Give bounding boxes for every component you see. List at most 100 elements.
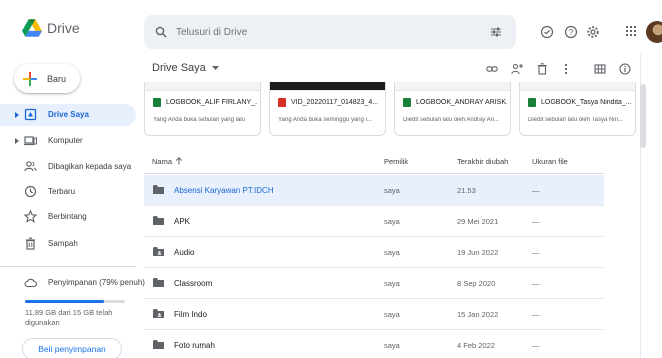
- new-button[interactable]: Baru: [14, 64, 80, 93]
- plus-icon: [23, 71, 37, 86]
- sheets-file-icon: [153, 98, 161, 107]
- storage-progress-bar: [25, 300, 125, 303]
- search-box[interactable]: [144, 15, 516, 49]
- folder-icon: [153, 216, 164, 225]
- expand-caret-icon[interactable]: [14, 137, 20, 145]
- top-bar: Drive ?: [0, 12, 662, 52]
- breadcrumb[interactable]: Drive Saya: [152, 62, 219, 74]
- sidebar-item-computers[interactable]: Komputer: [0, 130, 136, 152]
- expand-caret-icon[interactable]: [14, 111, 20, 119]
- trash-icon[interactable]: [536, 63, 548, 75]
- file-size: —: [532, 279, 540, 288]
- suggested-card[interactable]: LOGBOOK_Tasya Nindita_... Diedit sebulan…: [519, 82, 636, 136]
- card-thumbnail: [145, 82, 260, 91]
- info-icon[interactable]: [619, 63, 631, 75]
- sidebar-item-recent[interactable]: Terbaru: [0, 181, 136, 203]
- storage-progress-fill: [25, 300, 104, 303]
- column-modified-header[interactable]: Terakhir diubah: [457, 157, 508, 166]
- file-owner: saya: [384, 310, 400, 319]
- add-person-icon[interactable]: [511, 63, 523, 75]
- shared-folder-icon: [153, 309, 164, 318]
- sidebar-item-my-drive[interactable]: Drive Saya: [0, 104, 136, 126]
- card-thumbnail: [270, 82, 385, 91]
- grid-view-icon[interactable]: [594, 63, 606, 75]
- google-apps-icon[interactable]: [626, 26, 636, 36]
- breadcrumb-label: Drive Saya: [152, 62, 206, 74]
- file-owner: saya: [384, 248, 400, 257]
- app-name: Drive: [47, 20, 80, 36]
- file-modified: 29 Mei 2021: [457, 217, 499, 226]
- column-owner-header[interactable]: Pemilik: [384, 157, 408, 166]
- file-name: Audio: [174, 248, 195, 257]
- card-subtitle: Diedit sebulan lalu oleh Tasya Nin...: [528, 117, 623, 123]
- table-row[interactable]: Absensi Karyawan PT.IDCH saya 21.53 —: [144, 175, 604, 206]
- search-options-icon[interactable]: [490, 26, 502, 38]
- folder-icon: [153, 185, 164, 194]
- card-title: VID_20220117_014823_4...: [291, 99, 379, 106]
- file-size: —: [532, 341, 540, 350]
- file-name: Foto rumah: [174, 341, 215, 350]
- new-button-label: Baru: [47, 73, 67, 84]
- file-modified: 19 Jun 2022: [457, 248, 499, 257]
- trash-icon: [26, 237, 35, 250]
- folder-icon: [153, 278, 164, 287]
- sidebar-item-storage[interactable]: Penyimpanan (79% penuh): [0, 272, 145, 294]
- card-title: LOGBOOK_Tasya Nindita_...: [541, 99, 632, 106]
- table-row[interactable]: Audio saya 19 Jun 2022 —: [144, 237, 604, 268]
- sidebar-item-starred[interactable]: Berbintang: [0, 206, 136, 228]
- sidebar-divider: [0, 266, 136, 267]
- sidebar-item-trash[interactable]: Sampah: [0, 233, 136, 255]
- column-name-header[interactable]: Nama: [152, 157, 183, 166]
- drive-logo[interactable]: Drive: [22, 19, 80, 37]
- folder-icon: [153, 340, 164, 349]
- more-vert-icon[interactable]: [560, 63, 572, 75]
- sheets-file-icon: [403, 98, 411, 107]
- clock-icon: [24, 185, 37, 198]
- suggested-card[interactable]: VID_20220117_014823_4... Yang Anda buka …: [269, 82, 386, 136]
- file-table-header: Nama Pemilik Terakhir diubah Ukuran file: [144, 150, 604, 174]
- cloud-icon: [24, 278, 37, 288]
- card-title: LOGBOOK_ALIF FIRLANY_...: [166, 99, 257, 106]
- file-name: APK: [174, 217, 191, 226]
- svg-text:?: ?: [569, 28, 574, 37]
- table-row[interactable]: Foto rumah saya 4 Feb 2022 —: [144, 330, 604, 358]
- file-owner: saya: [384, 186, 400, 195]
- sidebar-item-label: Drive Saya: [48, 110, 89, 119]
- table-row[interactable]: Classroom saya 8 Sep 2020 —: [144, 268, 604, 299]
- column-size-header[interactable]: Ukuran file: [532, 157, 568, 166]
- file-modified: 4 Feb 2022: [457, 341, 495, 350]
- file-owner: saya: [384, 217, 400, 226]
- storage-detail: 11,89 GB dari 15 GB telah digunakan: [25, 308, 113, 327]
- link-icon[interactable]: [486, 63, 498, 75]
- sidebar-item-label: Sampah: [48, 239, 78, 248]
- account-avatar[interactable]: [646, 21, 662, 43]
- search-input[interactable]: [176, 26, 476, 38]
- table-row[interactable]: Film Indo saya 15 Jan 2022 —: [144, 299, 604, 330]
- file-owner: saya: [384, 279, 400, 288]
- settings-gear-icon[interactable]: [586, 25, 600, 39]
- chevron-down-icon: [211, 66, 219, 70]
- offline-status-icon[interactable]: [540, 25, 554, 39]
- help-icon[interactable]: ?: [564, 25, 578, 39]
- card-thumbnail: [520, 82, 635, 91]
- file-name: Absensi Karyawan PT.IDCH: [174, 186, 274, 195]
- sidebar-item-label: Terbaru: [48, 187, 76, 196]
- suggested-card[interactable]: LOGBOOK_ANDRAY ARISK... Diedit sebulan l…: [394, 82, 511, 136]
- suggested-card[interactable]: LOGBOOK_ALIF FIRLANY_... Yang Anda buka …: [144, 82, 261, 136]
- file-modified: 8 Sep 2020: [457, 279, 496, 288]
- card-subtitle: Yang Anda buka sebulan yang lalu: [153, 117, 245, 123]
- sort-arrow-up-icon[interactable]: [175, 157, 183, 165]
- search-icon[interactable]: [155, 26, 167, 38]
- cards-scrollbar[interactable]: [640, 84, 646, 148]
- sidebar-item-shared[interactable]: Dibagikan kepada saya: [0, 156, 136, 178]
- card-thumbnail: [395, 82, 510, 91]
- file-list: Absensi Karyawan PT.IDCH saya 21.53 — APK say…: [144, 175, 604, 358]
- file-name: Classroom: [174, 279, 213, 288]
- buy-storage-button[interactable]: Beli penyimpanan: [22, 338, 122, 358]
- card-subtitle: Diedit sebulan lalu oleh Andray Ari...: [403, 117, 500, 123]
- drive-app: Drive ?: [0, 0, 662, 358]
- file-modified: 21.53: [457, 186, 476, 195]
- file-owner: saya: [384, 341, 400, 350]
- card-subtitle: Yang Anda buka seminggu yang l...: [278, 117, 372, 123]
- table-row[interactable]: APK saya 29 Mei 2021 —: [144, 206, 604, 237]
